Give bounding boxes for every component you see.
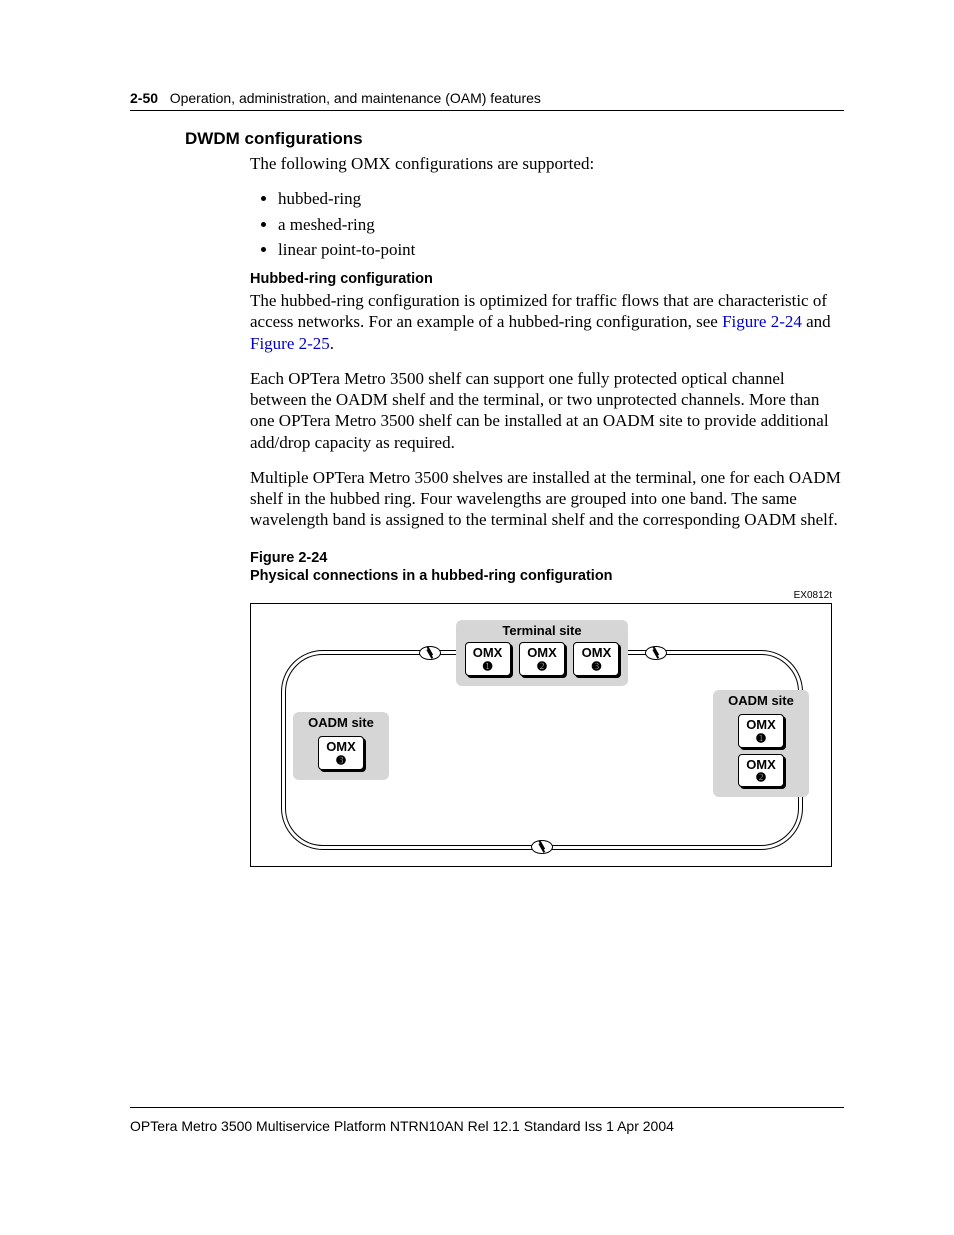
omx-index: ➊	[466, 661, 510, 673]
hubbed-p2: Each OPTera Metro 3500 shelf can support…	[250, 368, 844, 453]
text-run: .	[330, 334, 334, 353]
omx-index: ➊	[739, 733, 783, 745]
page-footer: OPTera Metro 3500 Multiservice Platform …	[130, 1107, 844, 1134]
config-list: hubbed-ring a meshed-ring linear point-t…	[250, 188, 844, 260]
oadm-site-label: OADM site	[293, 712, 389, 732]
omx-index: ➋	[739, 772, 783, 784]
omx-label: OMX	[326, 739, 356, 754]
footer-text: OPTera Metro 3500 Multiservice Platform …	[130, 1118, 674, 1134]
subsection-heading: Hubbed-ring configuration	[250, 270, 844, 288]
list-item: a meshed-ring	[278, 214, 844, 235]
omx-index: ➋	[520, 661, 564, 673]
figure-code: EX0812t	[250, 590, 832, 601]
terminal-site-label: Terminal site	[456, 620, 628, 640]
omx-label: OMX	[746, 717, 776, 732]
omx-box: OMX ➌	[573, 642, 619, 675]
omx-index: ➌	[574, 661, 618, 673]
hubbed-p3: Multiple OPTera Metro 3500 shelves are i…	[250, 467, 844, 531]
omx-box: OMX ➊	[465, 642, 511, 675]
list-item: hubbed-ring	[278, 188, 844, 209]
page-header: 2-50 Operation, administration, and main…	[130, 90, 844, 111]
hubbed-p1: The hubbed-ring configuration is optimiz…	[250, 290, 844, 354]
terminal-site: Terminal site OMX ➊ OMX ➋ OMX ➌	[456, 620, 628, 685]
omx-label: OMX	[527, 645, 557, 660]
omx-label: OMX	[582, 645, 612, 660]
intro-paragraph: The following OMX configurations are sup…	[250, 153, 844, 174]
omx-label: OMX	[746, 757, 776, 772]
section-title: DWDM configurations	[185, 129, 844, 149]
omx-box: OMX ➋	[738, 754, 784, 787]
list-item: linear point-to-point	[278, 239, 844, 260]
oadm-site-right: OADM site OMX ➊ OMX ➋	[713, 690, 809, 797]
splice-icon	[531, 840, 553, 854]
omx-box: OMX ➊	[738, 714, 784, 747]
oadm-site-label: OADM site	[713, 690, 809, 710]
omx-label: OMX	[473, 645, 503, 660]
figure-link-2-24[interactable]: Figure 2-24	[722, 312, 802, 331]
figure-caption: Figure 2-24 Physical connections in a hu…	[250, 549, 844, 587]
figure-title: Physical connections in a hubbed-ring co…	[250, 568, 613, 584]
omx-box: OMX ➋	[519, 642, 565, 675]
figure-number: Figure 2-24	[250, 550, 327, 566]
page-number: 2-50	[130, 90, 158, 106]
text-run: and	[802, 312, 831, 331]
hubbed-ring-diagram: Terminal site OMX ➊ OMX ➋ OMX ➌	[250, 603, 832, 867]
omx-box: OMX ➌	[318, 736, 364, 769]
oadm-site-left: OADM site OMX ➌	[293, 712, 389, 779]
figure-link-2-25[interactable]: Figure 2-25	[250, 334, 330, 353]
omx-index: ➌	[319, 755, 363, 767]
running-title: Operation, administration, and maintenan…	[170, 90, 541, 106]
